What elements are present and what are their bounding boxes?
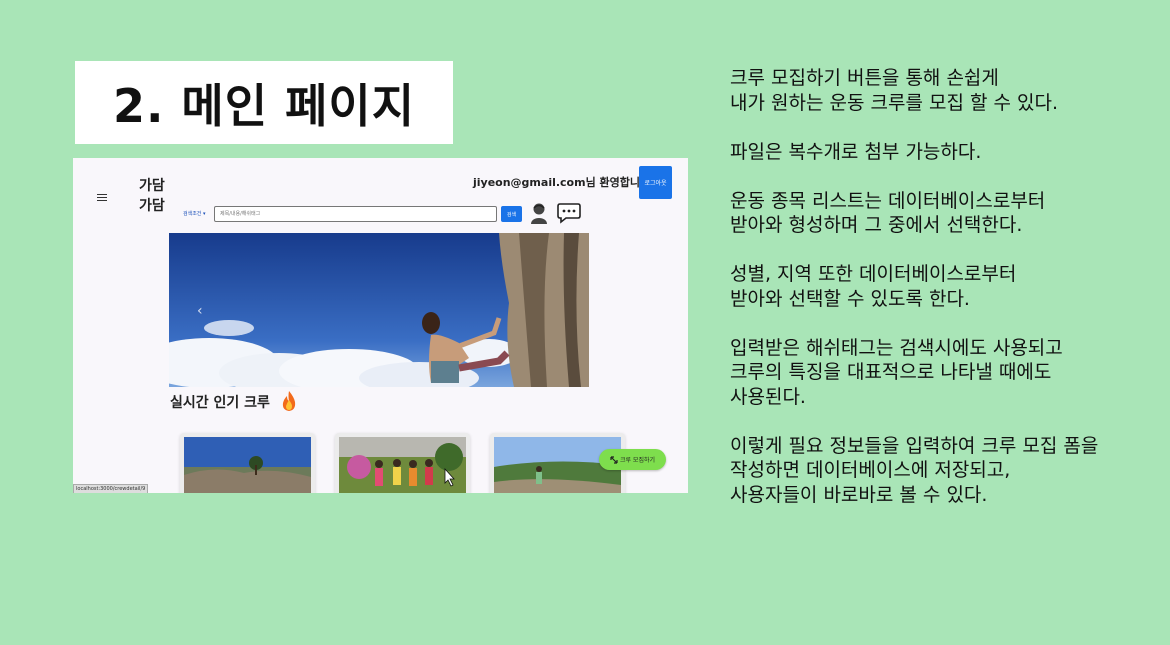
crew-card-image bbox=[184, 437, 311, 493]
description-paragraph: 입력받은 해쉬태그는 검색시에도 사용되고 크루의 특징을 대표적으로 나타낼 … bbox=[730, 336, 1063, 408]
search-condition-dropdown[interactable]: 검색조건 ▾ bbox=[183, 210, 206, 217]
hero-carousel[interactable]: ‹ bbox=[169, 233, 589, 387]
crew-card-image bbox=[339, 437, 466, 493]
description-paragraph: 파일은 복수개로 첨부 가능하다. bbox=[730, 140, 982, 163]
slide-title: 2. 메인 페이지 bbox=[112, 78, 416, 133]
app-screenshot: 가담 가담 jiyeon@gmail.com님 환영합니다! 로그아웃 검색조건… bbox=[73, 158, 688, 493]
app-logo[interactable]: 가담 가담 bbox=[139, 176, 165, 216]
slide-title-box: 2. 메인 페이지 bbox=[75, 61, 453, 144]
hero-image bbox=[169, 233, 589, 387]
avatar-icon[interactable] bbox=[529, 202, 549, 224]
logout-button[interactable]: 로그아웃 bbox=[639, 166, 672, 199]
crew-card[interactable] bbox=[335, 433, 470, 493]
description-paragraph: 성별, 지역 또한 데이터베이스로부터 받아와 선택할 수 있도록 한다. bbox=[730, 263, 1017, 310]
description-paragraph: 운동 종목 리스트는 데이터베이스로부터 받아와 형성하며 그 중에서 선택한다… bbox=[730, 189, 1046, 237]
recruit-crew-label: 크루 모집하기 bbox=[619, 457, 656, 464]
description-paragraph: 크루 모집하기 버튼을 통해 손쉽게 내가 원하는 운동 크루를 모집 할 수 … bbox=[730, 67, 1058, 114]
status-bar-url: localhost:3000/crewdetail/9 bbox=[73, 484, 149, 493]
hamburger-icon[interactable] bbox=[97, 194, 107, 201]
chat-icon[interactable] bbox=[557, 202, 581, 224]
crew-card[interactable] bbox=[180, 433, 315, 493]
expand-arrows-icon bbox=[610, 455, 618, 464]
section-title: 실시간 인기 크루 bbox=[170, 395, 270, 411]
search-button[interactable]: 검색 bbox=[501, 206, 522, 222]
description-paragraph: 이렇게 필요 정보들을 입력하여 크루 모집 폼을 작성하면 데이터베이스에 저… bbox=[730, 434, 1099, 506]
search-input[interactable] bbox=[214, 206, 497, 222]
welcome-message: jiyeon@gmail.com님 환영합니다! bbox=[473, 176, 656, 189]
slide-description: 크루 모집하기 버튼을 통해 손쉽게 내가 원하는 운동 크루를 모집 할 수 … bbox=[730, 66, 1160, 532]
carousel-prev-icon[interactable]: ‹ bbox=[197, 303, 203, 319]
fire-icon bbox=[282, 391, 296, 411]
recruit-crew-button[interactable]: 크루 모집하기 bbox=[599, 449, 666, 470]
